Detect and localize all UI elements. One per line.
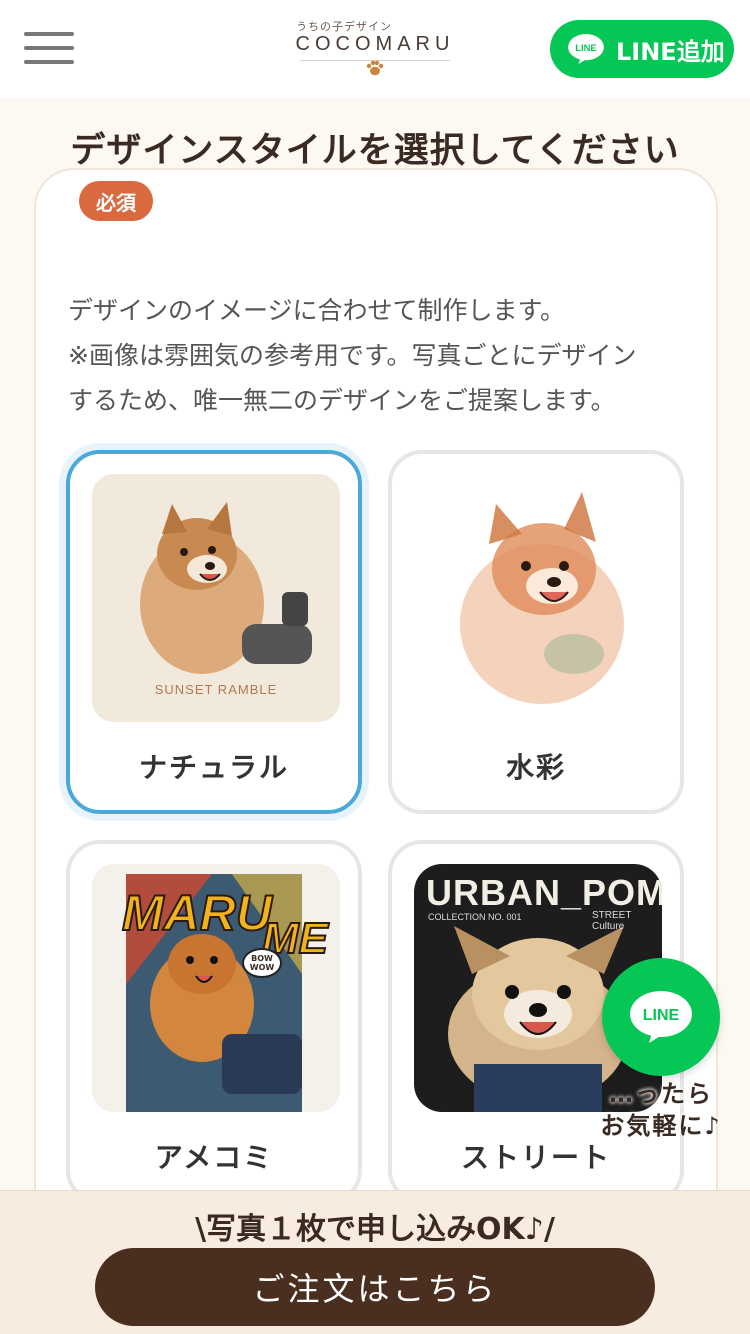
watercolor-style-image <box>414 474 662 722</box>
floating-line-caption: …ったら お気軽に♪ <box>596 1078 726 1142</box>
logo[interactable]: うちの子デザイン COCOMARU <box>290 18 460 84</box>
line-add-button[interactable]: LINE LINE追加 <box>550 20 734 78</box>
floating-line-caption-line: お気軽に♪ <box>600 1112 722 1140</box>
line-logo-text: LINE <box>575 42 596 53</box>
logo-subtitle: うちの子デザイン <box>296 20 392 33</box>
menu-icon[interactable] <box>24 32 74 64</box>
description-line: デザインのイメージに合わせて制作します。 <box>68 296 566 325</box>
natural-image-caption: SUNSET RAMBLE <box>154 682 278 697</box>
paw-icon <box>366 60 384 76</box>
street-image-subtitle: COLLECTION NO. 001 <box>428 912 522 922</box>
line-logo-icon: LINE <box>568 33 604 65</box>
style-option-natural[interactable]: SUNSET RAMBLE ナチュラル <box>66 450 362 814</box>
required-badge: 必須 <box>79 181 153 221</box>
natural-style-image: SUNSET RAMBLE <box>92 474 340 722</box>
logo-title: COCOMARU <box>295 33 455 55</box>
order-button[interactable]: ご注文はこちら <box>95 1248 655 1326</box>
style-option-watercolor[interactable]: 水彩 <box>388 450 684 814</box>
street-image-title: URBAN_POM <box>426 872 662 913</box>
style-option-label: アメコミ <box>154 1141 274 1174</box>
style-option-label: ナチュラル <box>138 751 289 784</box>
comic-image-text: MARU <box>121 884 273 942</box>
app-header: うちの子デザイン COCOMARU LINE LINE追加 <box>0 0 750 98</box>
style-option-label: ストリート <box>460 1141 611 1174</box>
description: デザインのイメージに合わせて制作します。 ※画像は雰囲気の参考用です。写真ごとに… <box>68 288 688 423</box>
comic-speech-bubble: BOW WOW <box>242 948 282 978</box>
style-option-label: 水彩 <box>505 751 566 784</box>
promo-text: \写真１枚で申し込みOK♪/ <box>195 1212 555 1247</box>
line-logo-text: LINE <box>643 1007 680 1024</box>
street-image-subtitle: STREET Culture <box>592 910 632 932</box>
description-line: するため、唯一無二のデザインをご提案します。 <box>68 386 616 415</box>
description-line: ※画像は雰囲気の参考用です。写真ごとにデザイン <box>68 341 637 370</box>
style-option-comic[interactable]: MARU ME BOW WOW アメコミ <box>66 840 362 1204</box>
line-add-label: LINE追加 <box>616 37 725 66</box>
comic-style-image: MARU ME BOW WOW <box>92 864 340 1112</box>
page-title: デザインスタイルを選択してください <box>70 131 680 171</box>
floating-line-caption-line: …ったら <box>609 1080 713 1108</box>
line-logo-icon: LINE <box>630 991 692 1043</box>
floating-line-button[interactable]: LINE <box>602 958 720 1076</box>
